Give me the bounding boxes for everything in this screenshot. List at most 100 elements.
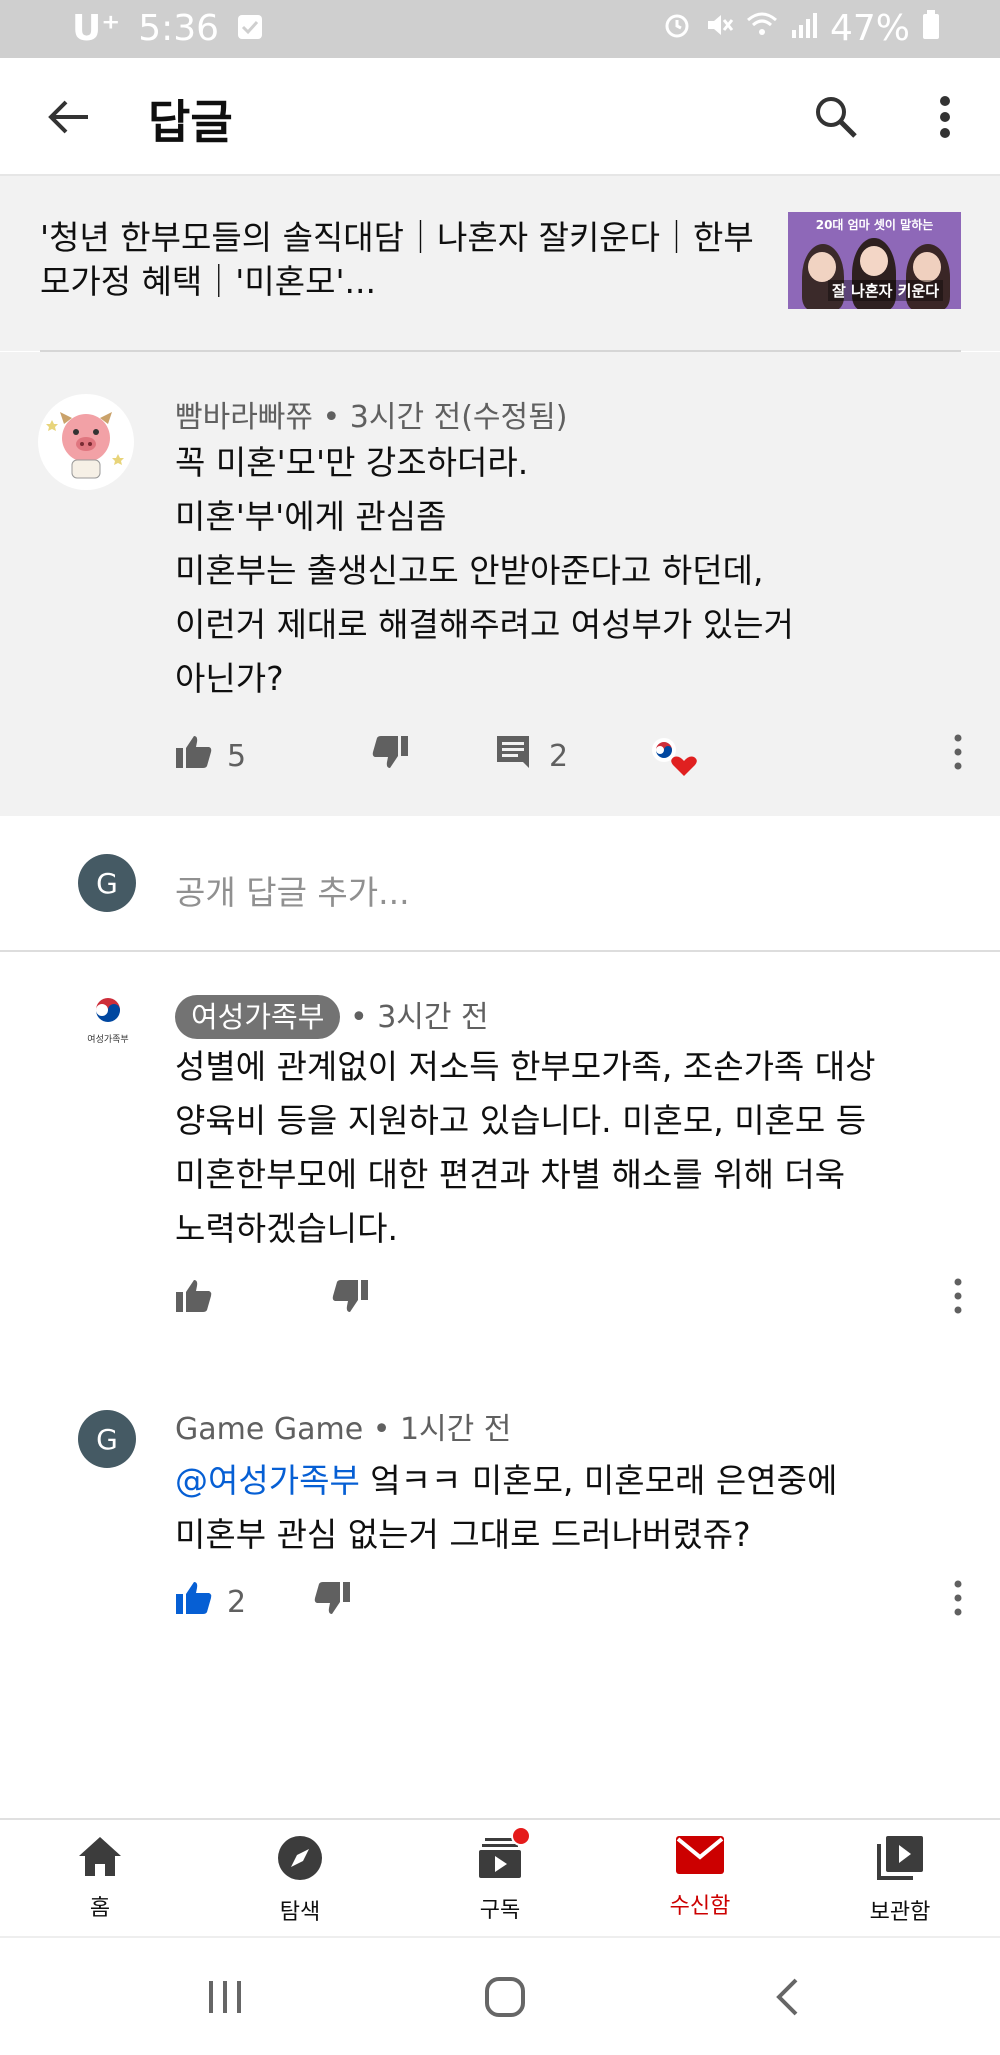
reply-more-button[interactable] xyxy=(946,1576,970,1620)
thumb-up-icon xyxy=(176,1280,212,1312)
dislike-button[interactable] xyxy=(313,1580,351,1624)
reply-line: 미혼부 관심 없는거 그대로 드러나버렸쥬? xyxy=(175,1515,751,1554)
reply-input-row: G 공개 답글 추가... xyxy=(0,816,1000,952)
comment-line: 미혼부는 출생신고도 안받아준다고 하던데, xyxy=(175,551,764,590)
mute-icon xyxy=(704,8,734,49)
reply-line: @여성가족부 엌ㅋㅋ 미혼모, 미혼모래 은연중에 xyxy=(175,1454,995,1508)
reply-body: @여성가족부 엌ㅋㅋ 미혼모, 미혼모래 은연중에 미혼부 관심 없는거 그대로… xyxy=(175,1454,995,1562)
reply-input[interactable]: 공개 답글 추가... xyxy=(175,866,410,914)
reply-line: 미혼한부모에 대한 편견과 차별 해소를 위해 더욱 xyxy=(175,1155,846,1194)
thumb-up-icon xyxy=(176,736,212,768)
back-button[interactable] xyxy=(36,88,100,146)
nav-item-subscriptions[interactable]: 구독 xyxy=(430,1826,570,1924)
dislike-button[interactable] xyxy=(331,1278,369,1322)
reply-more-button[interactable] xyxy=(946,1274,970,1318)
search-button[interactable] xyxy=(806,88,866,146)
comment-icon xyxy=(497,736,529,768)
comment-meta: 빰바라빠쮸 • 3시간 전(수정됨) xyxy=(175,392,567,436)
avatar[interactable]: G xyxy=(78,1410,136,1468)
home-icon xyxy=(79,1837,121,1876)
reply-line: 양육비 등을 지원하고 있습니다. 미혼모, 미혼모 등 xyxy=(175,1101,867,1140)
battery-icon xyxy=(922,8,940,49)
dislike-button[interactable] xyxy=(371,734,409,778)
library-icon xyxy=(877,1836,923,1880)
reply-text: 엌ㅋㅋ 미혼모, 미혼모래 은연중에 xyxy=(359,1461,838,1500)
thumb-up-icon xyxy=(176,1582,212,1614)
reply-meta: Game Game • 1시간 전 xyxy=(175,1404,511,1448)
inbox-icon xyxy=(676,1836,724,1874)
pig-character-icon xyxy=(46,412,124,479)
clock: 5:36 xyxy=(138,8,220,49)
home-system-button[interactable] xyxy=(470,1968,540,2026)
back-arrow-icon xyxy=(48,100,88,134)
like-count: 2 xyxy=(227,1584,247,1620)
search-icon xyxy=(816,97,857,138)
more-options-button[interactable] xyxy=(920,88,970,146)
recents-icon xyxy=(209,1981,241,2013)
thumb-down-icon xyxy=(314,1582,350,1614)
meta-separator: • xyxy=(349,1000,378,1035)
nav-item-inbox[interactable]: 수신함 xyxy=(630,1834,770,1920)
heart-icon xyxy=(652,738,697,776)
reply-body: 성별에 관계없이 저소득 한부모가족, 조손가족 대상 양육비 등을 지원하고 … xyxy=(175,1040,995,1256)
more-vert-icon xyxy=(954,734,962,770)
alarm-icon xyxy=(662,8,692,49)
chevron-left-icon xyxy=(776,1978,798,2016)
nav-item-explore[interactable]: 탐색 xyxy=(230,1834,370,1926)
reply-line: 노력하겠습니다. xyxy=(175,1209,399,1248)
comment-time: 3시간 전(수정됨) xyxy=(349,400,568,435)
carrier-label: U⁺ xyxy=(72,8,121,49)
bottom-navigation: 홈 탐색 구독 수신함 보관함 xyxy=(0,1818,1000,1936)
video-thumbnail[interactable]: 20대 엄마 셋이 말하는 잘 나혼자 키운다 xyxy=(788,212,961,309)
avatar[interactable] xyxy=(38,394,134,490)
thumb-down-icon xyxy=(372,736,408,768)
reply-time: 1시간 전 xyxy=(399,1412,512,1447)
back-system-button[interactable] xyxy=(752,1972,822,2022)
comment-line: 꼭 미혼'모'만 강조하더라. xyxy=(175,443,529,482)
reply-item: 여성가족부 여성가족부 • 3시간 전 성별에 관계없이 저소득 한부모가족, … xyxy=(0,954,1000,1374)
nav-label: 탐색 xyxy=(279,1900,321,1925)
system-navigation xyxy=(0,1936,1000,2055)
home-outline-icon xyxy=(485,1977,525,2017)
channel-owner-chip[interactable]: 여성가족부 xyxy=(175,995,341,1039)
nav-label: 수신함 xyxy=(669,1894,731,1919)
more-vert-icon xyxy=(954,1278,962,1314)
signal-icon xyxy=(790,8,818,49)
nav-label: 홈 xyxy=(89,1896,111,1921)
like-button[interactable] xyxy=(175,1278,213,1322)
like-button-active[interactable] xyxy=(175,1580,213,1624)
comment-line: 이런거 제대로 해결해주려고 여성부가 있는거 xyxy=(175,605,794,644)
ministry-avatar[interactable]: 여성가족부 xyxy=(78,994,138,1054)
user-avatar[interactable]: G xyxy=(78,854,136,912)
reply-button[interactable] xyxy=(495,734,531,778)
nav-label: 구독 xyxy=(479,1898,521,1923)
explore-icon xyxy=(278,1836,322,1880)
app-bar: 답글 xyxy=(0,58,1000,176)
ministry-logo-text: 여성가족부 xyxy=(87,1035,129,1045)
comment-author[interactable]: 빰바라빠쮸 xyxy=(175,400,313,435)
nav-item-home[interactable]: 홈 xyxy=(30,1834,170,1922)
like-button[interactable] xyxy=(175,734,213,778)
nav-item-library[interactable]: 보관함 xyxy=(830,1834,970,1926)
video-header[interactable]: '청년 한부모들의 솔직대담｜나혼자 잘키운다｜한부모가정 혜택｜'미혼모'..… xyxy=(0,176,1000,351)
recents-button[interactable] xyxy=(190,1972,260,2022)
comment-line: 미혼'부'에게 관심좀 xyxy=(175,497,447,536)
reply-meta: 여성가족부 • 3시간 전 xyxy=(175,992,489,1039)
video-title[interactable]: '청년 한부모들의 솔직대담｜나혼자 잘키운다｜한부모가정 혜택｜'미혼모'..… xyxy=(40,216,780,304)
comment-actions: 5 2 xyxy=(175,734,698,778)
more-vert-icon xyxy=(954,1580,962,1616)
comment-line: 아닌가? xyxy=(175,659,284,698)
page-title: 답글 xyxy=(148,95,233,149)
reply-actions: 2 xyxy=(175,1580,351,1624)
main-comment: 빰바라빠쮸 • 3시간 전(수정됨) 꼭 미혼'모'만 강조하더라. 미혼'부'… xyxy=(0,352,1000,816)
battery-percent: 47% xyxy=(829,8,910,49)
thumb-down-icon xyxy=(332,1280,368,1312)
more-vert-icon xyxy=(940,96,950,138)
wifi-icon xyxy=(746,8,778,49)
reply-author[interactable]: Game Game xyxy=(175,1412,363,1447)
comment-more-button[interactable] xyxy=(946,730,970,774)
meta-separator: • xyxy=(372,1412,400,1447)
reply-line: 성별에 관계없이 저소득 한부모가족, 조손가족 대상 xyxy=(175,1047,876,1086)
mention-link[interactable]: @여성가족부 xyxy=(175,1461,360,1500)
thumbnail-logo-text: 잘 나혼자 키운다 xyxy=(828,280,944,301)
